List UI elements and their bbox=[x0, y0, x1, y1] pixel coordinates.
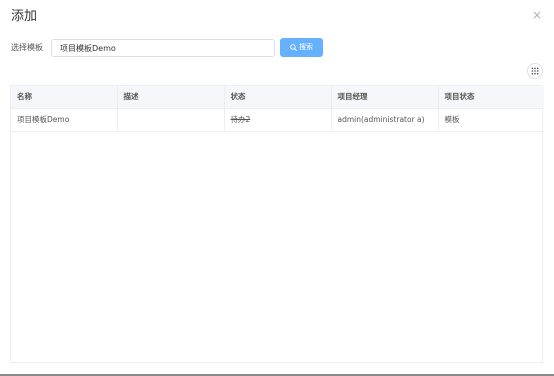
column-header-status[interactable]: 状态 bbox=[224, 86, 332, 109]
data-table: 名称 描述 状态 项目经理 项目状态 项目模板Demo 待办2 admin(ad… bbox=[11, 86, 544, 132]
search-button[interactable]: 搜索 bbox=[280, 38, 323, 57]
cell-status: 待办2 bbox=[224, 108, 332, 132]
grid-dots-icon bbox=[531, 67, 539, 75]
columns-settings-button[interactable] bbox=[527, 63, 543, 79]
dialog-title: 添加 bbox=[11, 9, 38, 24]
column-header-manager[interactable]: 项目经理 bbox=[331, 86, 439, 109]
table-header-row: 名称 描述 状态 项目经理 项目状态 bbox=[11, 86, 544, 109]
template-table: 名称 描述 状态 项目经理 项目状态 项目模板Demo 待办2 admin(ad… bbox=[10, 85, 544, 363]
search-button-label: 搜索 bbox=[299, 43, 313, 51]
cell-description bbox=[117, 108, 225, 132]
template-input[interactable] bbox=[51, 39, 275, 57]
cell-project-status: 模板 bbox=[438, 108, 544, 132]
table-row[interactable]: 项目模板Demo 待办2 admin(administrator a) 模板 bbox=[11, 108, 544, 132]
cell-manager: admin(administrator a) bbox=[331, 108, 439, 132]
column-header-project-status[interactable]: 项目状态 bbox=[438, 86, 544, 109]
cell-name: 项目模板Demo bbox=[11, 108, 118, 132]
column-header-name[interactable]: 名称 bbox=[11, 86, 118, 109]
search-icon bbox=[290, 44, 297, 51]
close-icon[interactable]: × bbox=[530, 8, 544, 22]
column-header-description[interactable]: 描述 bbox=[117, 86, 225, 109]
add-dialog: 添加 × 选择模板 搜索 bbox=[0, 0, 554, 376]
template-label: 选择模板 bbox=[11, 43, 43, 52]
